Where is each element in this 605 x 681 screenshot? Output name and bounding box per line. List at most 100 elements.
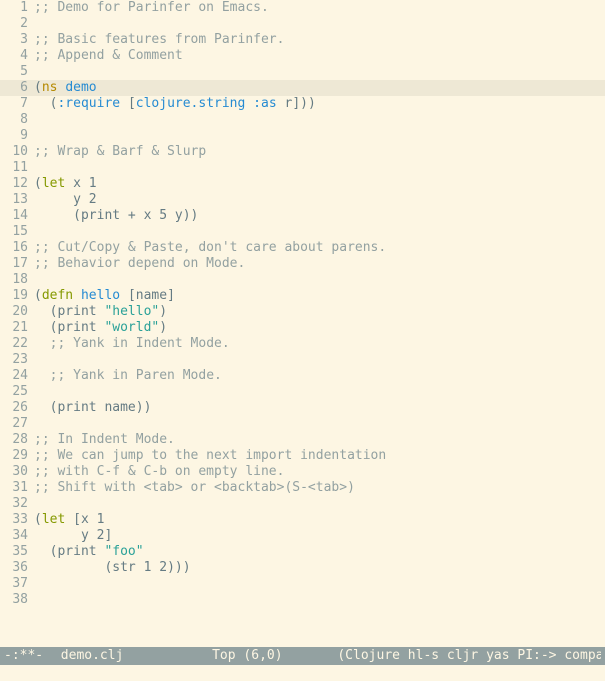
code-content[interactable]: ;; Demo for Parinfer on Emacs. [34,0,605,16]
code-content[interactable]: (:require [clojure.string :as r])) [34,96,605,112]
code-content[interactable]: (print "world") [34,320,605,336]
code-content[interactable]: (print + x 5 y)) [34,208,605,224]
code-content[interactable]: ;; Wrap & Barf & Slurp [34,144,605,160]
code-content[interactable] [34,384,605,400]
code-line[interactable]: 28;; In Indent Mode. [0,432,605,448]
code-content[interactable]: ;; Basic features from Parinfer. [34,32,605,48]
code-content[interactable]: (defn hello [name] [34,288,605,304]
code-line[interactable]: 17;; Behavior depend on Mode. [0,256,605,272]
emacs-editor: 1;; Demo for Parinfer on Emacs.23;; Basi… [0,0,605,681]
line-number: 21 [0,320,34,336]
code-content[interactable] [34,272,605,288]
code-content[interactable]: (print "hello") [34,304,605,320]
token-comment: ;; In Indent Mode. [34,432,175,447]
code-content[interactable] [34,224,605,240]
code-line[interactable]: 33(let [x 1 [0,512,605,528]
token-plain [65,512,73,527]
code-content[interactable]: ;; Shift with <tab> or <backtab>(S-<tab>… [34,480,605,496]
token-plain: print + x 5 y [81,208,183,223]
code-content[interactable]: ;; Cut/Copy & Paste, don't care about pa… [34,240,605,256]
line-number: 19 [0,288,34,304]
code-line[interactable]: 13 y 2 [0,192,605,208]
code-line[interactable]: 25 [0,384,605,400]
line-number: 15 [0,224,34,240]
code-line[interactable]: 1;; Demo for Parinfer on Emacs. [0,0,605,16]
code-content[interactable] [34,160,605,176]
code-line[interactable]: 29;; We can jump to the next import inde… [0,448,605,464]
modeline-position: Top (6,0) [165,647,282,665]
line-number: 5 [0,64,34,80]
code-content[interactable]: ;; Behavior depend on Mode. [34,256,605,272]
code-line[interactable]: 15 [0,224,605,240]
code-content[interactable]: (ns demo [34,80,605,96]
line-number: 33 [0,512,34,528]
code-line[interactable]: 32 [0,496,605,512]
code-line[interactable]: 22 ;; Yank in Indent Mode. [0,336,605,352]
line-number: 34 [0,528,34,544]
code-line[interactable]: 14 (print + x 5 y)) [0,208,605,224]
token-paren: ) [159,320,167,335]
code-line[interactable]: 11 [0,160,605,176]
code-content[interactable]: ;; Yank in Paren Mode. [34,368,605,384]
code-content[interactable]: y 2] [34,528,605,544]
code-line[interactable]: 38 [0,592,605,608]
code-content[interactable]: (let x 1 [34,176,605,192]
token-keyword: let [42,176,65,191]
code-line[interactable]: 37 [0,576,605,592]
code-line[interactable]: 24 ;; Yank in Paren Mode. [0,368,605,384]
code-content[interactable]: (str 1 2))) [34,560,605,576]
code-line[interactable]: 6(ns demo [0,80,605,96]
code-content[interactable] [34,352,605,368]
code-line[interactable]: 23 [0,352,605,368]
code-content[interactable] [34,16,605,32]
code-line[interactable]: 3;; Basic features from Parinfer. [0,32,605,48]
code-line[interactable]: 9 [0,128,605,144]
code-line[interactable]: 34 y 2] [0,528,605,544]
code-content[interactable]: ;; We can jump to the next import indent… [34,448,605,464]
code-content[interactable] [34,128,605,144]
code-line[interactable]: 10;; Wrap & Barf & Slurp [0,144,605,160]
code-content[interactable] [34,576,605,592]
code-buffer[interactable]: 1;; Demo for Parinfer on Emacs.23;; Basi… [0,0,605,647]
code-line[interactable]: 20 (print "hello") [0,304,605,320]
code-content[interactable] [34,496,605,512]
code-line[interactable]: 18 [0,272,605,288]
code-content[interactable] [34,112,605,128]
code-line[interactable]: 16;; Cut/Copy & Paste, don't care about … [0,240,605,256]
code-line[interactable]: 27 [0,416,605,432]
code-content[interactable]: ;; In Indent Mode. [34,432,605,448]
code-line[interactable]: 4;; Append & Comment [0,48,605,64]
token-comment: ;; Shift with <tab> or <backtab>(S-<tab>… [34,480,355,495]
line-number: 35 [0,544,34,560]
code-line[interactable]: 19(defn hello [name] [0,288,605,304]
code-content[interactable]: (print "foo" [34,544,605,560]
line-number: 23 [0,352,34,368]
code-content[interactable] [34,416,605,432]
code-line[interactable]: 35 (print "foo" [0,544,605,560]
minibuffer[interactable] [0,665,605,681]
token-plain: r [277,96,293,111]
code-line[interactable]: 26 (print name)) [0,400,605,416]
code-content[interactable]: ;; Yank in Indent Mode. [34,336,605,352]
code-content[interactable]: (let [x 1 [34,512,605,528]
code-line[interactable]: 36 (str 1 2))) [0,560,605,576]
token-str: "hello" [104,304,159,319]
code-line[interactable]: 8 [0,112,605,128]
code-line[interactable]: 2 [0,16,605,32]
code-line[interactable]: 21 (print "world") [0,320,605,336]
code-content[interactable]: ;; Append & Comment [34,48,605,64]
code-content[interactable]: y 2 [34,192,605,208]
token-comment: ;; Basic features from Parinfer. [34,32,284,47]
code-line[interactable]: 5 [0,64,605,80]
code-line[interactable]: 31;; Shift with <tab> or <backtab>(S-<ta… [0,480,605,496]
code-content[interactable] [34,64,605,80]
code-content[interactable]: ;; with C-f & C-b on empty line. [34,464,605,480]
code-line[interactable]: 30;; with C-f & C-b on empty line. [0,464,605,480]
line-number: 13 [0,192,34,208]
code-line[interactable]: 7 (:require [clojure.string :as r])) [0,96,605,112]
code-content[interactable]: (print name)) [34,400,605,416]
code-content[interactable] [34,592,605,608]
token-str: "foo" [104,544,143,559]
token-plain: y 2 [34,192,97,207]
code-line[interactable]: 12(let x 1 [0,176,605,192]
